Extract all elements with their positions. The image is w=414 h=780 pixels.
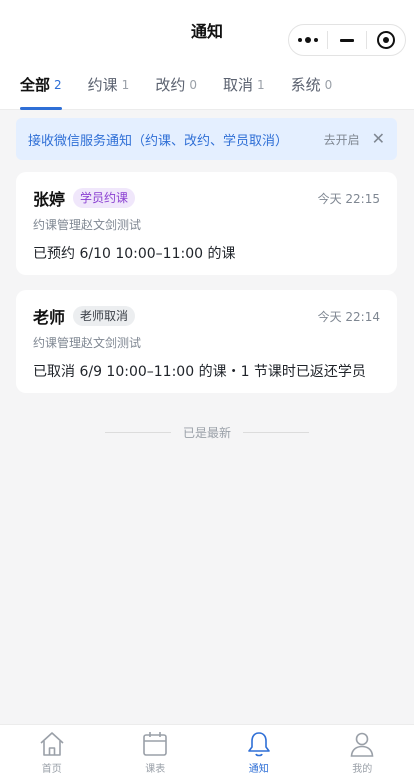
calendar-icon <box>143 732 168 756</box>
tabbar-label: 通知 <box>248 764 269 775</box>
home-icon <box>40 732 64 756</box>
subscribe-banner: 接收微信服务通知（约课、改约、学员取消） 去开启 ✕ <box>16 118 397 160</box>
close-app-button[interactable] <box>367 25 405 55</box>
notification-card[interactable]: 张婷 学员约课 今天 22:15 约课管理赵文剑测试 已预约 6/10 10:0… <box>16 172 397 275</box>
type-badge: 老师取消 <box>73 306 136 326</box>
tab-label: 全部 <box>20 76 51 94</box>
tabbar-label: 课表 <box>145 764 166 775</box>
tab-count: 0 <box>324 77 333 92</box>
tab-label: 系统 <box>290 76 321 94</box>
tab-label: 改约 <box>155 76 186 94</box>
course-name: 约课管理赵文剑测试 <box>33 218 142 232</box>
tabbar-label: 首页 <box>41 764 62 775</box>
tab-count: 1 <box>121 77 130 92</box>
notification-body: 已预约 6/10 10:00–11:00 的课 <box>33 246 236 262</box>
tab-count: 1 <box>256 77 265 92</box>
tab-count: 0 <box>189 77 197 92</box>
minimize-button[interactable] <box>328 25 366 55</box>
tab-booking[interactable]: 约课 1 <box>88 60 130 110</box>
target-icon <box>377 31 395 49</box>
tabbar-notifications[interactable]: 通知 <box>207 725 311 780</box>
tab-reschedule[interactable]: 改约 0 <box>155 60 197 110</box>
timestamp: 今天 22:15 <box>317 191 380 206</box>
type-badge: 学员约课 <box>73 188 136 208</box>
tab-label: 约课 <box>87 76 118 94</box>
tab-count: 2 <box>54 77 62 92</box>
divider-line <box>243 431 309 433</box>
page-title: 通知 <box>190 22 223 41</box>
tab-all[interactable]: 全部 2 <box>20 60 62 110</box>
course-name: 约课管理赵文剑测试 <box>33 336 142 350</box>
tab-cancel[interactable]: 取消 1 <box>223 60 265 110</box>
close-icon[interactable]: ✕ <box>372 131 385 147</box>
tabbar-profile[interactable]: 我的 <box>311 725 414 780</box>
enable-button[interactable]: 去开启 <box>324 131 360 148</box>
notification-body: 已取消 6/9 10:00–11:00 的课・1 节课时已返还学员 <box>33 364 366 380</box>
bell-icon <box>247 732 270 757</box>
end-of-list-text: 已是最新 <box>182 425 231 440</box>
tabbar-label: 我的 <box>352 764 373 775</box>
end-of-list-divider: 已是最新 <box>0 422 414 442</box>
banner-text: 接收微信服务通知（约课、改约、学员取消） <box>28 133 289 149</box>
bottom-tab-bar: 首页 课表 通知 我的 <box>0 724 414 780</box>
mini-program-capsule <box>288 24 406 56</box>
sender-name: 老师 <box>33 308 66 327</box>
tabbar-schedule[interactable]: 课表 <box>104 725 208 780</box>
filter-tabs: 全部 2 约课 1 改约 0 取消 1 系统 0 <box>0 60 414 110</box>
tab-label: 取消 <box>222 76 253 94</box>
minus-icon <box>340 38 354 42</box>
user-icon <box>350 732 374 757</box>
sender-name: 张婷 <box>33 190 66 209</box>
divider-line <box>104 431 171 433</box>
notification-card[interactable]: 老师 老师取消 今天 22:14 约课管理赵文剑测试 已取消 6/9 10:00… <box>16 290 397 393</box>
tabbar-home[interactable]: 首页 <box>0 725 104 780</box>
more-dots-icon <box>298 37 318 43</box>
tab-system[interactable]: 系统 0 <box>291 60 333 110</box>
more-options-button[interactable] <box>289 25 327 55</box>
timestamp: 今天 22:14 <box>317 309 380 324</box>
nav-bar: 通知 <box>0 0 414 60</box>
